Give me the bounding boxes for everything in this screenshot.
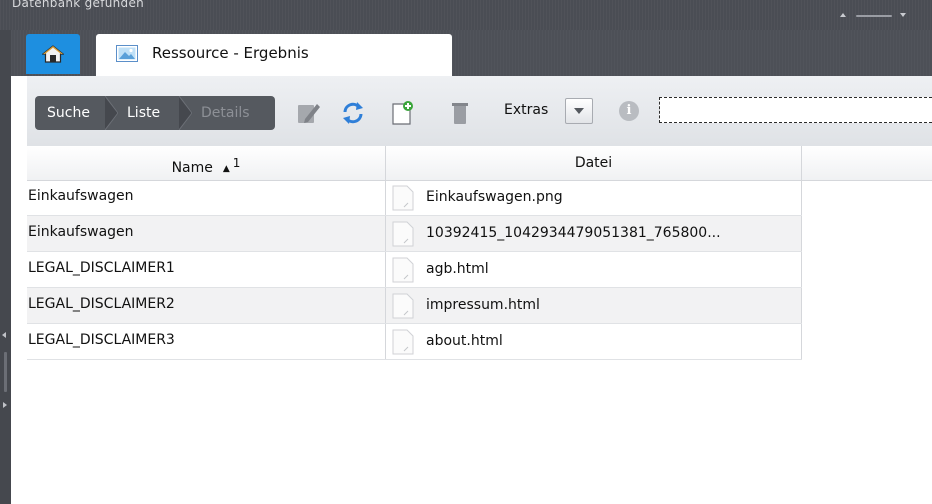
tab-home[interactable] xyxy=(26,34,80,74)
file-icon xyxy=(392,257,414,283)
table-row[interactable]: LEGAL_DISCLAIMER1 agb.html xyxy=(27,252,802,288)
cell-name: LEGAL_DISCLAIMER3 xyxy=(28,324,386,359)
cell-file: impressum.html xyxy=(386,288,802,323)
cell-name: Einkaufswagen xyxy=(28,180,386,215)
cell-name: Einkaufswagen xyxy=(28,216,386,251)
extras-dropdown-button[interactable] xyxy=(565,98,593,124)
tab-strip: Ressource - Ergebnis xyxy=(11,30,932,76)
file-icon xyxy=(392,185,414,211)
chevron-up-icon[interactable] xyxy=(840,13,846,17)
table-row[interactable]: Einkaufswagen 10392415_1042934479051381_… xyxy=(27,216,802,252)
refresh-icon[interactable] xyxy=(340,100,366,126)
file-label: impressum.html xyxy=(426,297,540,313)
breadcrumb-separator-icon xyxy=(179,96,193,130)
cell-name: LEGAL_DISCLAIMER1 xyxy=(28,252,386,287)
file-icon xyxy=(392,221,414,247)
home-icon xyxy=(42,45,64,63)
new-document-icon[interactable] xyxy=(389,100,415,126)
splitter-grip[interactable] xyxy=(4,352,7,392)
chevron-right-icon[interactable] xyxy=(3,402,7,408)
breadcrumb: Suche Liste Details xyxy=(35,96,275,130)
breadcrumb-suche[interactable]: Suche xyxy=(47,96,90,130)
sort-ascending-icon: ▲ xyxy=(222,164,230,174)
window-controls[interactable] xyxy=(840,11,910,21)
breadcrumb-separator-icon xyxy=(105,96,119,130)
file-label: agb.html xyxy=(426,261,489,277)
file-icon xyxy=(392,329,414,355)
file-label: Einkaufswagen.png xyxy=(426,189,563,205)
toolbar: Suche Liste Details Extras i xyxy=(27,76,932,147)
info-icon[interactable]: i xyxy=(619,101,639,121)
file-label: 10392415_1042934479051381_765800... xyxy=(426,225,721,241)
file-label: about.html xyxy=(426,333,503,349)
status-text: Datenbank gefunden xyxy=(12,0,145,10)
cell-file: 10392415_1042934479051381_765800... xyxy=(386,216,802,251)
column-label: Datei xyxy=(574,155,613,171)
chevron-left-icon[interactable] xyxy=(2,332,6,338)
breadcrumb-details: Details xyxy=(201,105,250,121)
chevron-down-icon[interactable] xyxy=(900,13,906,17)
cell-file: Einkaufswagen.png xyxy=(386,180,802,215)
tab-ressource-ergebnis[interactable]: Ressource - Ergebnis xyxy=(96,34,452,76)
column-header-empty xyxy=(802,146,932,180)
edit-icon[interactable] xyxy=(295,100,321,126)
tab-label: Ressource - Ergebnis xyxy=(152,44,309,62)
extras-label[interactable]: Extras xyxy=(504,102,548,118)
image-icon xyxy=(116,45,138,62)
table-header: Name ▲ 1 Datei xyxy=(27,146,932,181)
title-bar: Datenbank gefunden xyxy=(0,0,932,30)
column-header-name[interactable]: Name ▲ 1 xyxy=(27,146,386,180)
column-label: Name xyxy=(171,160,213,176)
table-row[interactable]: Einkaufswagen Einkaufswagen.png xyxy=(27,180,802,216)
sort-index: 1 xyxy=(232,156,241,170)
search-input[interactable] xyxy=(659,97,932,123)
dropdown-arrow-icon xyxy=(574,108,584,114)
file-icon xyxy=(392,293,414,319)
table-row[interactable]: LEGAL_DISCLAIMER2 impressum.html xyxy=(27,288,802,324)
delete-icon[interactable] xyxy=(447,100,473,126)
table-row[interactable]: LEGAL_DISCLAIMER3 about.html xyxy=(27,324,802,360)
side-collapse-rail[interactable] xyxy=(0,30,11,504)
resize-handle[interactable] xyxy=(856,15,892,17)
cell-file: about.html xyxy=(386,324,802,359)
column-header-datei[interactable]: Datei xyxy=(386,146,802,180)
cell-name: LEGAL_DISCLAIMER2 xyxy=(28,288,386,323)
breadcrumb-liste[interactable]: Liste xyxy=(127,96,160,130)
cell-file: agb.html xyxy=(386,252,802,287)
